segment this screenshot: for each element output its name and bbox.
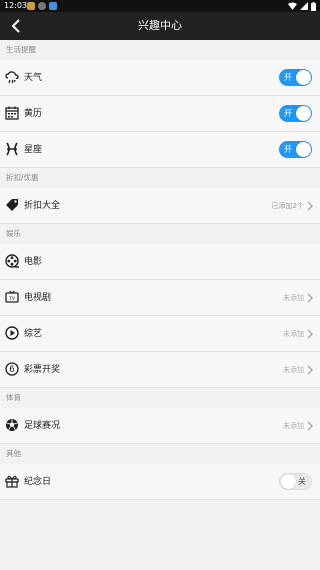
anniversary-toggle[interactable]: 关: [279, 473, 312, 490]
row-movie[interactable]: 电影: [0, 244, 320, 280]
wifi-icon: [288, 2, 297, 10]
section-header-sports: 体育: [0, 388, 320, 408]
zodiac-toggle[interactable]: 开: [279, 141, 312, 158]
lottery-ball-icon: 6: [5, 362, 19, 376]
row-zodiac: 星座 开: [0, 132, 320, 168]
toggle-knob: [296, 106, 311, 121]
row-weather: 天气 开: [0, 60, 320, 96]
weather-toggle-text: 开: [284, 73, 292, 82]
film-reel-icon: [5, 254, 19, 268]
pisces-icon: [6, 142, 18, 156]
row-tv[interactable]: TV 电视剧 未添加: [0, 280, 320, 316]
notification-icons: [27, 2, 57, 10]
message-notification-icon: [49, 2, 57, 10]
signal-icon: [300, 2, 308, 10]
toggle-knob: [296, 70, 311, 85]
chevron-right-icon: [307, 201, 313, 211]
soccer-ball-icon: [6, 419, 18, 431]
lottery-label: 彩票开奖: [24, 365, 61, 375]
row-deals[interactable]: 折扣大全 已添加2个: [0, 188, 320, 224]
deals-label: 折扣大全: [24, 201, 61, 211]
app-notification-icon: [27, 2, 35, 10]
almanac-toggle-text: 开: [284, 109, 292, 118]
row-anniversary: 纪念日 关: [0, 464, 320, 500]
football-status: 未添加: [283, 422, 304, 430]
almanac-toggle[interactable]: 开: [279, 105, 312, 122]
toggle-knob: [281, 474, 296, 489]
anniversary-label: 纪念日: [24, 477, 52, 487]
play-circle-icon: [5, 326, 19, 340]
section-header-other: 其他: [0, 444, 320, 464]
variety-label: 综艺: [24, 329, 43, 339]
lottery-status: 未添加: [283, 366, 304, 374]
svg-text:TV: TV: [8, 296, 16, 302]
movie-label: 电影: [24, 257, 43, 267]
tv-icon: TV: [5, 290, 19, 303]
row-almanac: 黄历 开: [0, 96, 320, 132]
weather-icon: [5, 71, 19, 84]
battery-icon: [311, 1, 316, 11]
weather-label: 天气: [24, 73, 43, 83]
zodiac-toggle-text: 开: [284, 145, 292, 154]
chevron-right-icon: [307, 421, 313, 431]
deals-status: 已添加2个: [271, 202, 304, 210]
gift-icon: [5, 475, 19, 488]
status-time: 12:03: [4, 1, 28, 10]
almanac-label: 黄历: [24, 109, 43, 119]
weather-toggle[interactable]: 开: [279, 69, 312, 86]
status-bar: 12:03: [0, 0, 320, 12]
settings-notification-icon: [38, 2, 46, 10]
title-bar: 兴趣中心: [0, 12, 320, 40]
chevron-right-icon: [307, 293, 313, 303]
section-header-life: 生活提醒: [0, 40, 320, 60]
price-tag-icon: [6, 199, 18, 211]
chevron-right-icon: [307, 365, 313, 375]
interest-list: 生活提醒 天气 开 黄历 开 星座 开 折扣/优惠 折扣大全 已添加2个 娱乐: [0, 40, 320, 500]
row-football[interactable]: 足球赛况 未添加: [0, 408, 320, 444]
section-header-discount: 折扣/优惠: [0, 168, 320, 188]
row-lottery[interactable]: 6 彩票开奖 未添加: [0, 352, 320, 388]
svg-text:6: 6: [9, 365, 14, 375]
football-label: 足球赛况: [24, 421, 61, 431]
calendar-icon: [5, 106, 19, 120]
tv-status: 未添加: [283, 294, 304, 302]
anniversary-toggle-text: 关: [298, 477, 306, 486]
variety-status: 未添加: [283, 330, 304, 338]
tv-label: 电视剧: [24, 293, 52, 303]
chevron-right-icon: [307, 329, 313, 339]
zodiac-label: 星座: [24, 145, 43, 155]
page-title: 兴趣中心: [138, 19, 182, 32]
section-header-entertainment: 娱乐: [0, 224, 320, 244]
row-variety[interactable]: 综艺 未添加: [0, 316, 320, 352]
toggle-knob: [296, 142, 311, 157]
